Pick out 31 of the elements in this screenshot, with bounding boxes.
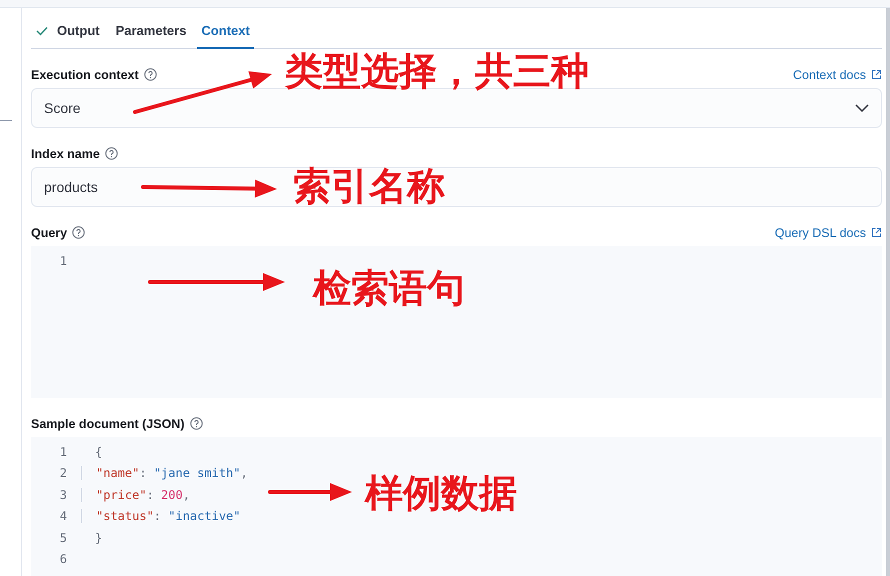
code-line: "name": "jane smith", [81, 466, 248, 480]
tab[interactable]: Context [197, 14, 254, 49]
help-icon [72, 226, 86, 239]
external-link-icon [871, 227, 882, 238]
code-line: "status": "inactive" [81, 509, 240, 524]
annotation-text: 检索语句 [313, 267, 465, 312]
scrollbar[interactable] [886, 8, 890, 576]
code-line: { [94, 444, 102, 459]
line-number: 1 [58, 444, 67, 459]
tab[interactable]: Output [36, 14, 115, 49]
line-number: 2 [58, 466, 67, 480]
field-label: Query [31, 226, 68, 240]
field-label: Execution context [31, 68, 139, 82]
help-icon [104, 147, 118, 160]
line-number: 5 [58, 530, 67, 545]
code-line: "price": 200, [81, 488, 190, 502]
line-number: 6 [58, 552, 67, 566]
docs-link[interactable]: Query DSL docs [774, 226, 882, 240]
field-label: Index name [31, 146, 100, 160]
line-number: 1 [58, 254, 67, 268]
help-icon [144, 68, 157, 81]
line-number: 4 [58, 509, 67, 524]
code-line: } [94, 530, 102, 545]
help-icon [190, 417, 202, 430]
field-label: Sample document (JSON) [31, 416, 184, 430]
external-link-icon [871, 69, 882, 80]
chevron-down-icon [855, 104, 869, 112]
annotation-text: 样例数据 [365, 472, 517, 517]
docs-link[interactable]: Context docs [793, 68, 882, 82]
annotation-text: 索引名称 [293, 164, 445, 210]
line-number: 3 [58, 488, 67, 502]
